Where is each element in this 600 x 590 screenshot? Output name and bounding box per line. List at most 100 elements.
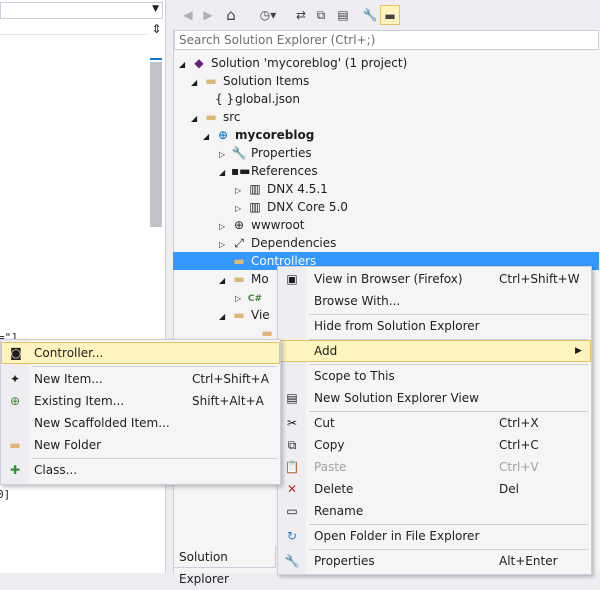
tree-item-views[interactable]: ◢ ▬ Vie [219, 306, 270, 324]
menu-item-add[interactable]: Add ▶ [278, 340, 591, 362]
home-icon[interactable]: ⌂ [221, 5, 241, 25]
tree-item-label: src [223, 110, 241, 124]
menu-item-browse-with[interactable]: Browse With... [278, 290, 591, 312]
menu-item-view-in-browser[interactable]: ▣ View in Browser (Firefox) Ctrl+Shift+W [278, 268, 591, 290]
tree-item-dnx451[interactable]: ▷ ▥ DNX 4.5.1 [235, 180, 328, 198]
expander-icon[interactable]: ◢ [191, 110, 203, 128]
editor-member-dropdown[interactable]: ▼ [0, 2, 163, 19]
tree-item-label: mycoreblog [235, 128, 315, 142]
menu-item-label: New Item... [34, 372, 103, 386]
split-editor-icon[interactable]: ⇕ [149, 22, 164, 38]
editor-scroll-marker [150, 58, 162, 60]
menu-item-label: Controller... [34, 346, 104, 360]
controller-icon: ◙ [10, 346, 22, 360]
menu-item-hide[interactable]: Hide from Solution Explorer [278, 315, 591, 337]
submenu-arrow-icon: ▶ [575, 346, 582, 356]
menu-item-shortcut: Ctrl+Shift+W [499, 272, 580, 286]
tree-item-solution[interactable]: ◢ ◆ Solution 'mycoreblog' (1 project) [179, 54, 407, 72]
show-all-files-icon[interactable]: ▤ [333, 5, 353, 25]
tree-item-dependencies[interactable]: ▷ ⤢ Dependencies [219, 234, 336, 252]
references-icon: ▪▬ [231, 164, 251, 178]
cut-icon: ✂ [286, 416, 298, 430]
menu-item-delete[interactable]: ✕ Delete Del [278, 478, 591, 500]
search-input[interactable]: Search Solution Explorer (Ctrl+;) [174, 30, 599, 50]
solution-explorer-toolbar: ◀ ▶ ⌂ ◷▾ ⇄ ⧉ ▤ 🔧 ▬ [173, 0, 600, 30]
tree-item-wwwroot[interactable]: ▷ ⊕ wwwroot [219, 216, 305, 234]
collapse-all-icon[interactable]: ⧉ [311, 5, 331, 25]
menu-item-label: New Scaffolded Item... [34, 416, 170, 430]
menu-item-label: Add [314, 344, 338, 358]
wrench-icon[interactable]: 🔧 [360, 5, 380, 25]
menu-item-label: New Solution Explorer View [314, 391, 479, 405]
framework-icon: ▥ [249, 182, 261, 196]
framework-icon: ▥ [249, 200, 261, 214]
menu-item-properties[interactable]: 🔧 Properties Alt+Enter [278, 550, 591, 572]
tree-item-label: Properties [251, 146, 312, 160]
back-icon[interactable]: ◀ [178, 5, 198, 25]
tree-item-label: Mo [251, 272, 269, 286]
expander-icon[interactable]: ◢ [219, 272, 231, 290]
code-editor-pane[interactable] [0, 0, 166, 573]
history-icon[interactable]: ◷▾ [253, 5, 283, 25]
code-fragment: 0] [0, 488, 11, 501]
folder-icon: ▬ [233, 272, 245, 286]
expander-icon[interactable]: ◢ [203, 128, 215, 146]
tree-item-label: DNX 4.5.1 [267, 182, 328, 196]
forward-icon[interactable]: ▶ [198, 5, 218, 25]
expander-icon[interactable]: ◢ [219, 164, 231, 182]
menu-item-new-se-view[interactable]: ▤ New Solution Explorer View [278, 387, 591, 409]
menu-item-new-item[interactable]: ✦ New Item... Ctrl+Shift+A [1, 368, 280, 390]
menu-item-class[interactable]: ✚ Class... [1, 459, 280, 481]
tree-item-models[interactable]: ◢ ▬ Mo [219, 270, 269, 288]
tree-item-label: References [251, 164, 318, 178]
expander-icon[interactable]: ◢ [219, 308, 231, 326]
tree-item-mycoreblog[interactable]: ◢ ⊕ mycoreblog [203, 126, 314, 144]
new-folder-icon: ▬ [9, 438, 21, 452]
menu-item-label: New Folder [34, 438, 102, 452]
editor-divider [0, 34, 147, 35]
copy-icon: ⧉ [287, 438, 297, 452]
expander-icon[interactable]: ◢ [179, 56, 191, 74]
menu-item-scope-to-this[interactable]: Scope to This [278, 365, 591, 387]
tree-item-global-json[interactable]: { }global.json [215, 90, 300, 108]
new-item-icon: ✦ [9, 372, 21, 386]
solution-icon: ◆ [194, 56, 204, 70]
menu-item-open-folder[interactable]: ↻ Open Folder in File Explorer [278, 525, 591, 547]
menu-item-controller[interactable]: ◙ Controller... [1, 342, 280, 364]
tree-item-properties[interactable]: ▷ 🔧 Properties [219, 144, 312, 162]
open-folder-icon: ↻ [286, 529, 298, 543]
menu-item-existing-item[interactable]: ⊕ Existing Item... Shift+Alt+A [1, 390, 280, 412]
sync-icon[interactable]: ⇄ [291, 5, 311, 25]
menu-item-paste[interactable]: 📋 Paste Ctrl+V [278, 456, 591, 478]
tree-item-dnxcore50[interactable]: ▷ ▥ DNX Core 5.0 [235, 198, 348, 216]
solution-explorer-tab[interactable]: Solution Explorer [173, 546, 276, 586]
tree-item-src[interactable]: ◢ ▬ src [191, 108, 241, 126]
expander-icon[interactable]: ◢ [191, 74, 203, 92]
menu-item-new-folder[interactable]: ▬ New Folder [1, 434, 280, 456]
menu-item-label: Rename [314, 504, 364, 518]
menu-item-shortcut: Ctrl+Shift+A [192, 372, 269, 386]
menu-item-shortcut: Alt+Enter [499, 554, 558, 568]
menu-item-new-scaffolded-item[interactable]: New Scaffolded Item... [1, 412, 280, 434]
menu-item-label: Cut [314, 416, 335, 430]
globe-icon: ⊕ [233, 218, 245, 232]
class-icon: ✚ [9, 463, 21, 477]
menu-item-label: Open Folder in File Explorer [314, 529, 480, 543]
tree-item-solution-items[interactable]: ◢ ▬ Solution Items [191, 72, 309, 90]
menu-item-cut[interactable]: ✂ Cut Ctrl+X [278, 412, 591, 434]
paste-icon: 📋 [284, 460, 300, 474]
json-file-icon: { } [215, 92, 235, 106]
preview-selected-icon[interactable]: ▬ [380, 5, 400, 25]
properties-icon: 🔧 [284, 554, 300, 568]
menu-item-rename[interactable]: ▭ Rename [278, 500, 591, 522]
tree-item-references[interactable]: ◢ ▪▬References [219, 162, 318, 180]
menu-item-shortcut: Del [499, 482, 519, 496]
menu-item-copy[interactable]: ⧉ Copy Ctrl+C [278, 434, 591, 456]
menu-item-label: Paste [314, 460, 347, 474]
dependencies-icon: ⤢ [234, 236, 244, 250]
web-project-icon: ⊕ [217, 128, 229, 142]
tree-item-label: DNX Core 5.0 [267, 200, 348, 214]
editor-scrollbar[interactable] [150, 62, 162, 227]
tree-item-cs-file[interactable]: ▷ C# [235, 288, 267, 306]
tree-item-label: Vie [251, 308, 270, 322]
